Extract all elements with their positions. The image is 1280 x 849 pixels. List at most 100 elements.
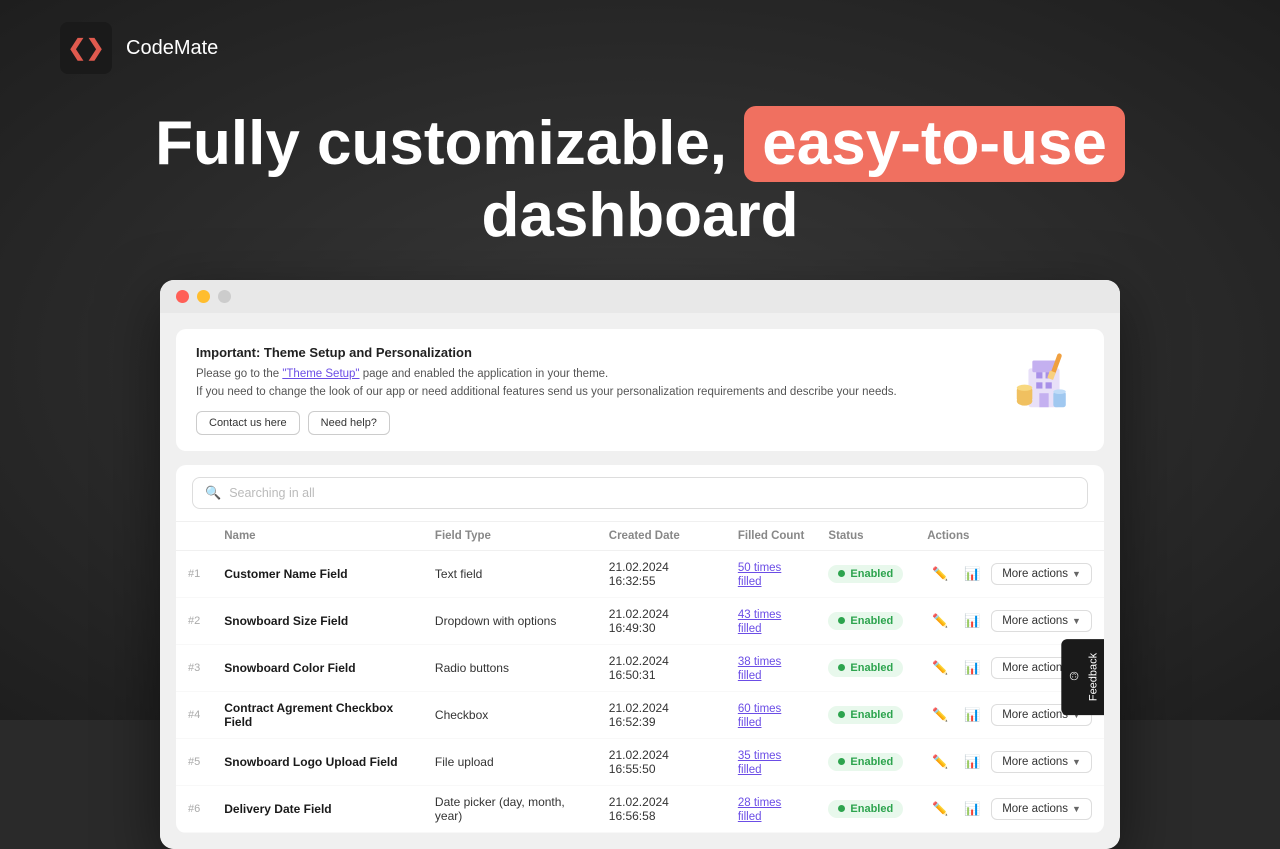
feedback-smiley-icon: ☺ (1067, 669, 1081, 685)
table-row: #1 Customer Name Field Text field 21.02.… (176, 550, 1104, 597)
row-type-0: Text field (423, 550, 597, 597)
need-help-button[interactable]: Need help? (308, 411, 390, 435)
filled-link-2[interactable]: 38 times filled (738, 656, 781, 682)
banner-line1: Please go to the "Theme Setup" page and … (196, 366, 897, 383)
logo-box: ❮❯ (60, 22, 112, 74)
status-dot-4 (838, 758, 845, 765)
table-row: #5 Snowboard Logo Upload Field File uplo… (176, 738, 1104, 785)
chart-icon-1[interactable]: 📊 (959, 608, 985, 634)
chart-icon-5[interactable]: 📊 (959, 796, 985, 822)
row-actions-0: ✏️ 📊 More actions ▼ (915, 550, 1104, 597)
col-type: Field Type (423, 522, 597, 551)
more-actions-label-4: More actions (1002, 756, 1068, 768)
logo-icon: ❮❯ (68, 35, 105, 61)
filled-link-3[interactable]: 60 times filled (738, 703, 781, 729)
search-bar-wrap: 🔍 Searching in all (176, 465, 1104, 522)
table-row: #4 Contract Agrement Checkbox Field Chec… (176, 691, 1104, 738)
row-filled-3: 60 times filled (726, 691, 817, 738)
row-date-4: 21.02.2024 16:55:50 (597, 738, 726, 785)
more-actions-button-4[interactable]: More actions ▼ (991, 751, 1092, 773)
row-actions-1: ✏️ 📊 More actions ▼ (915, 597, 1104, 644)
dot-red[interactable] (176, 290, 189, 303)
hero-title: Fully customizable, easy-to-use dashboar… (0, 106, 1280, 250)
theme-setup-link[interactable]: "Theme Setup" (282, 368, 359, 380)
col-filled: Filled Count (726, 522, 817, 551)
status-badge-2: Enabled (828, 659, 903, 677)
filled-link-5[interactable]: 28 times filled (738, 797, 781, 823)
dot-gray[interactable] (218, 290, 231, 303)
filled-link-4[interactable]: 35 times filled (738, 750, 781, 776)
hero-suffix: dashboard (482, 181, 799, 250)
more-actions-button-1[interactable]: More actions ▼ (991, 610, 1092, 632)
dot-yellow[interactable] (197, 290, 210, 303)
feedback-label: Feedback (1087, 653, 1099, 701)
row-filled-5: 28 times filled (726, 785, 817, 832)
row-filled-2: 38 times filled (726, 644, 817, 691)
row-filled-4: 35 times filled (726, 738, 817, 785)
row-status-5: Enabled (816, 785, 915, 832)
action-icons-1: ✏️ 📊 More actions ▼ (927, 608, 1092, 634)
chart-icon-2[interactable]: 📊 (959, 655, 985, 681)
row-type-3: Checkbox (423, 691, 597, 738)
edit-icon-0[interactable]: ✏️ (927, 561, 953, 587)
row-num-5: #6 (176, 785, 212, 832)
banner: Important: Theme Setup and Personalizati… (176, 329, 1104, 451)
chevron-down-icon-5: ▼ (1072, 804, 1081, 814)
row-status-2: Enabled (816, 644, 915, 691)
row-status-3: Enabled (816, 691, 915, 738)
edit-icon-2[interactable]: ✏️ (927, 655, 953, 681)
row-name-1: Snowboard Size Field (212, 597, 423, 644)
row-status-1: Enabled (816, 597, 915, 644)
status-dot-2 (838, 664, 845, 671)
row-status-0: Enabled (816, 550, 915, 597)
table-row: #2 Snowboard Size Field Dropdown with op… (176, 597, 1104, 644)
more-actions-label-3: More actions (1002, 709, 1068, 721)
table-header-row: Name Field Type Created Date Filled Coun… (176, 522, 1104, 551)
chevron-down-icon-0: ▼ (1072, 569, 1081, 579)
filled-link-0[interactable]: 50 times filled (738, 562, 781, 588)
more-actions-button-5[interactable]: More actions ▼ (991, 798, 1092, 820)
row-date-1: 21.02.2024 16:49:30 (597, 597, 726, 644)
status-dot-0 (838, 570, 845, 577)
row-num-4: #5 (176, 738, 212, 785)
more-actions-label-1: More actions (1002, 615, 1068, 627)
banner-line2: If you need to change the look of our ap… (196, 384, 897, 401)
chevron-down-icon-4: ▼ (1072, 757, 1081, 767)
edit-icon-3[interactable]: ✏️ (927, 702, 953, 728)
row-status-4: Enabled (816, 738, 915, 785)
filled-link-1[interactable]: 43 times filled (738, 609, 781, 635)
search-icon: 🔍 (205, 485, 221, 501)
status-badge-5: Enabled (828, 800, 903, 818)
row-name-5: Delivery Date Field (212, 785, 423, 832)
brand-name: CodeMate (126, 37, 218, 60)
row-filled-1: 43 times filled (726, 597, 817, 644)
feedback-tab[interactable]: ☺ Feedback (1061, 639, 1104, 715)
row-date-0: 21.02.2024 16:32:55 (597, 550, 726, 597)
row-actions-4: ✏️ 📊 More actions ▼ (915, 738, 1104, 785)
edit-icon-5[interactable]: ✏️ (927, 796, 953, 822)
status-dot-3 (838, 711, 845, 718)
row-num-2: #3 (176, 644, 212, 691)
col-num (176, 522, 212, 551)
edit-icon-1[interactable]: ✏️ (927, 608, 953, 634)
banner-text: Important: Theme Setup and Personalizati… (196, 345, 897, 435)
chart-icon-0[interactable]: 📊 (959, 561, 985, 587)
row-name-2: Snowboard Color Field (212, 644, 423, 691)
edit-icon-4[interactable]: ✏️ (927, 749, 953, 775)
table-row: #3 Snowboard Color Field Radio buttons 2… (176, 644, 1104, 691)
row-date-5: 21.02.2024 16:56:58 (597, 785, 726, 832)
row-actions-5: ✏️ 📊 More actions ▼ (915, 785, 1104, 832)
search-bar[interactable]: 🔍 Searching in all (192, 477, 1088, 509)
status-badge-0: Enabled (828, 565, 903, 583)
chart-icon-4[interactable]: 📊 (959, 749, 985, 775)
table-section: 🔍 Searching in all Name Field Type Creat… (176, 465, 1104, 833)
chart-icon-3[interactable]: 📊 (959, 702, 985, 728)
banner-title: Important: Theme Setup and Personalizati… (196, 345, 897, 360)
status-dot-1 (838, 617, 845, 624)
row-num-0: #1 (176, 550, 212, 597)
banner-illustration (1004, 345, 1084, 415)
more-actions-button-0[interactable]: More actions ▼ (991, 563, 1092, 585)
contact-us-button[interactable]: Contact us here (196, 411, 300, 435)
action-icons-5: ✏️ 📊 More actions ▼ (927, 796, 1092, 822)
row-num-1: #2 (176, 597, 212, 644)
